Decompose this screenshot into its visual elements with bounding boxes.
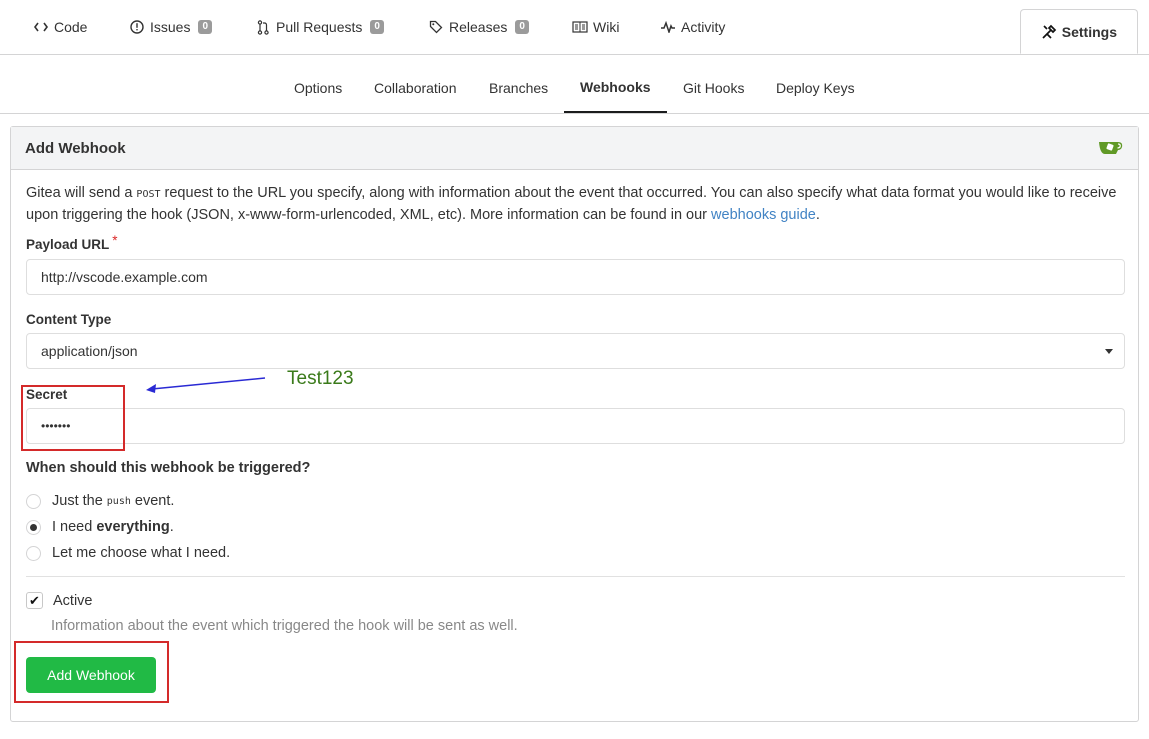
- webhook-description: Gitea will send a POST request to the UR…: [26, 183, 1126, 225]
- panel-header: Add Webhook: [11, 127, 1138, 170]
- add-webhook-panel: Add Webhook Gitea will send a POST reque…: [10, 126, 1139, 722]
- issue-icon: [128, 18, 146, 36]
- radio-push-code: push: [106, 495, 131, 507]
- radio-push-only[interactable]: Just the push event.: [26, 493, 174, 509]
- radio-everything-circle[interactable]: [26, 519, 41, 535]
- tab-activity-label: Activity: [681, 19, 726, 35]
- radio-choose-events[interactable]: Let me choose what I need.: [26, 545, 230, 561]
- trigger-question: When should this webhook be triggered?: [26, 460, 311, 476]
- panel-title: Add Webhook: [25, 139, 126, 157]
- pull-request-icon: [254, 18, 272, 36]
- radio-everything-bold: everything: [96, 519, 170, 535]
- payload-url-value: http://vscode.example.com: [41, 269, 208, 285]
- tab-code-label: Code: [54, 19, 88, 35]
- subtab-branches[interactable]: Branches: [489, 62, 548, 113]
- tab-pull-requests[interactable]: Pull Requests 0: [254, 0, 384, 54]
- desc-text-1: Gitea will send a: [26, 185, 137, 201]
- radio-everything-text-1: I need: [52, 519, 97, 535]
- tab-pull-requests-label: Pull Requests: [276, 19, 363, 35]
- tab-activity[interactable]: Activity: [659, 0, 725, 54]
- webhooks-guide-link[interactable]: webhooks guide: [711, 207, 816, 223]
- tab-settings[interactable]: Settings: [1020, 9, 1138, 54]
- tools-icon: [1041, 23, 1058, 41]
- settings-subnav: Options Collaboration Branches Webhooks …: [0, 62, 1149, 114]
- secret-input[interactable]: •••••••: [26, 408, 1125, 444]
- tag-icon: [427, 18, 445, 36]
- desc-text-2: request to the URL you specify, along wi…: [26, 185, 1117, 223]
- active-help-text: Information about the event which trigge…: [51, 618, 518, 634]
- required-asterisk: *: [112, 233, 118, 248]
- gitea-logo-icon: [1098, 139, 1124, 160]
- form-divider: [26, 576, 1125, 577]
- subtab-webhooks[interactable]: Webhooks: [564, 62, 667, 113]
- payload-url-label: Payload URL *: [26, 233, 118, 252]
- pull-requests-count-badge: 0: [370, 20, 384, 34]
- subtab-options[interactable]: Options: [294, 62, 342, 113]
- radio-everything[interactable]: I need everything.: [26, 519, 174, 535]
- subtab-git-hooks[interactable]: Git Hooks: [683, 62, 744, 113]
- annotation-button-box: [14, 641, 169, 703]
- dropdown-caret-icon: [1105, 349, 1113, 354]
- code-icon: [32, 18, 50, 36]
- subtab-collaboration[interactable]: Collaboration: [374, 62, 457, 113]
- payload-url-label-text: Payload URL: [26, 237, 110, 252]
- radio-choose-events-text: Let me choose what I need.: [52, 545, 231, 561]
- active-checkbox-row[interactable]: ✔ Active: [26, 592, 93, 609]
- issues-count-badge: 0: [198, 20, 213, 34]
- annotation-note: Test123: [287, 368, 354, 389]
- tab-releases-label: Releases: [449, 19, 508, 35]
- radio-push-only-text-2: event.: [134, 493, 175, 509]
- checkmark-icon: ✔: [29, 592, 40, 608]
- content-type-select[interactable]: application/json: [26, 333, 1125, 369]
- content-type-value: application/json: [41, 343, 138, 359]
- tab-releases[interactable]: Releases 0: [427, 0, 529, 54]
- radio-push-only-text-1: Just the: [52, 493, 103, 509]
- tab-issues-label: Issues: [150, 19, 191, 35]
- subtab-deploy-keys[interactable]: Deploy Keys: [776, 62, 855, 113]
- radio-everything-text-2: .: [169, 519, 174, 535]
- desc-method-code: POST: [136, 189, 161, 200]
- desc-text-3: .: [815, 207, 820, 223]
- pulse-icon: [659, 18, 677, 36]
- annotation-secret-box: [21, 385, 125, 451]
- payload-url-input[interactable]: http://vscode.example.com: [26, 259, 1125, 295]
- tab-code[interactable]: Code: [32, 0, 87, 54]
- radio-push-only-circle[interactable]: [26, 493, 41, 509]
- tab-wiki[interactable]: Wiki: [571, 0, 619, 54]
- book-icon: [571, 18, 589, 36]
- content-type-label: Content Type: [26, 312, 112, 327]
- tab-settings-label: Settings: [1061, 23, 1117, 40]
- tab-wiki-label: Wiki: [593, 19, 620, 35]
- annotation-arrow-icon: [146, 377, 266, 393]
- active-checkbox[interactable]: ✔: [26, 592, 43, 609]
- tab-issues[interactable]: Issues 0: [128, 0, 213, 54]
- repo-tabs: Code Issues 0 Pull Requests 0 Releases 0…: [0, 0, 1149, 55]
- releases-count-badge: 0: [515, 20, 529, 34]
- active-label: Active: [53, 592, 93, 609]
- radio-choose-events-circle[interactable]: [26, 545, 41, 561]
